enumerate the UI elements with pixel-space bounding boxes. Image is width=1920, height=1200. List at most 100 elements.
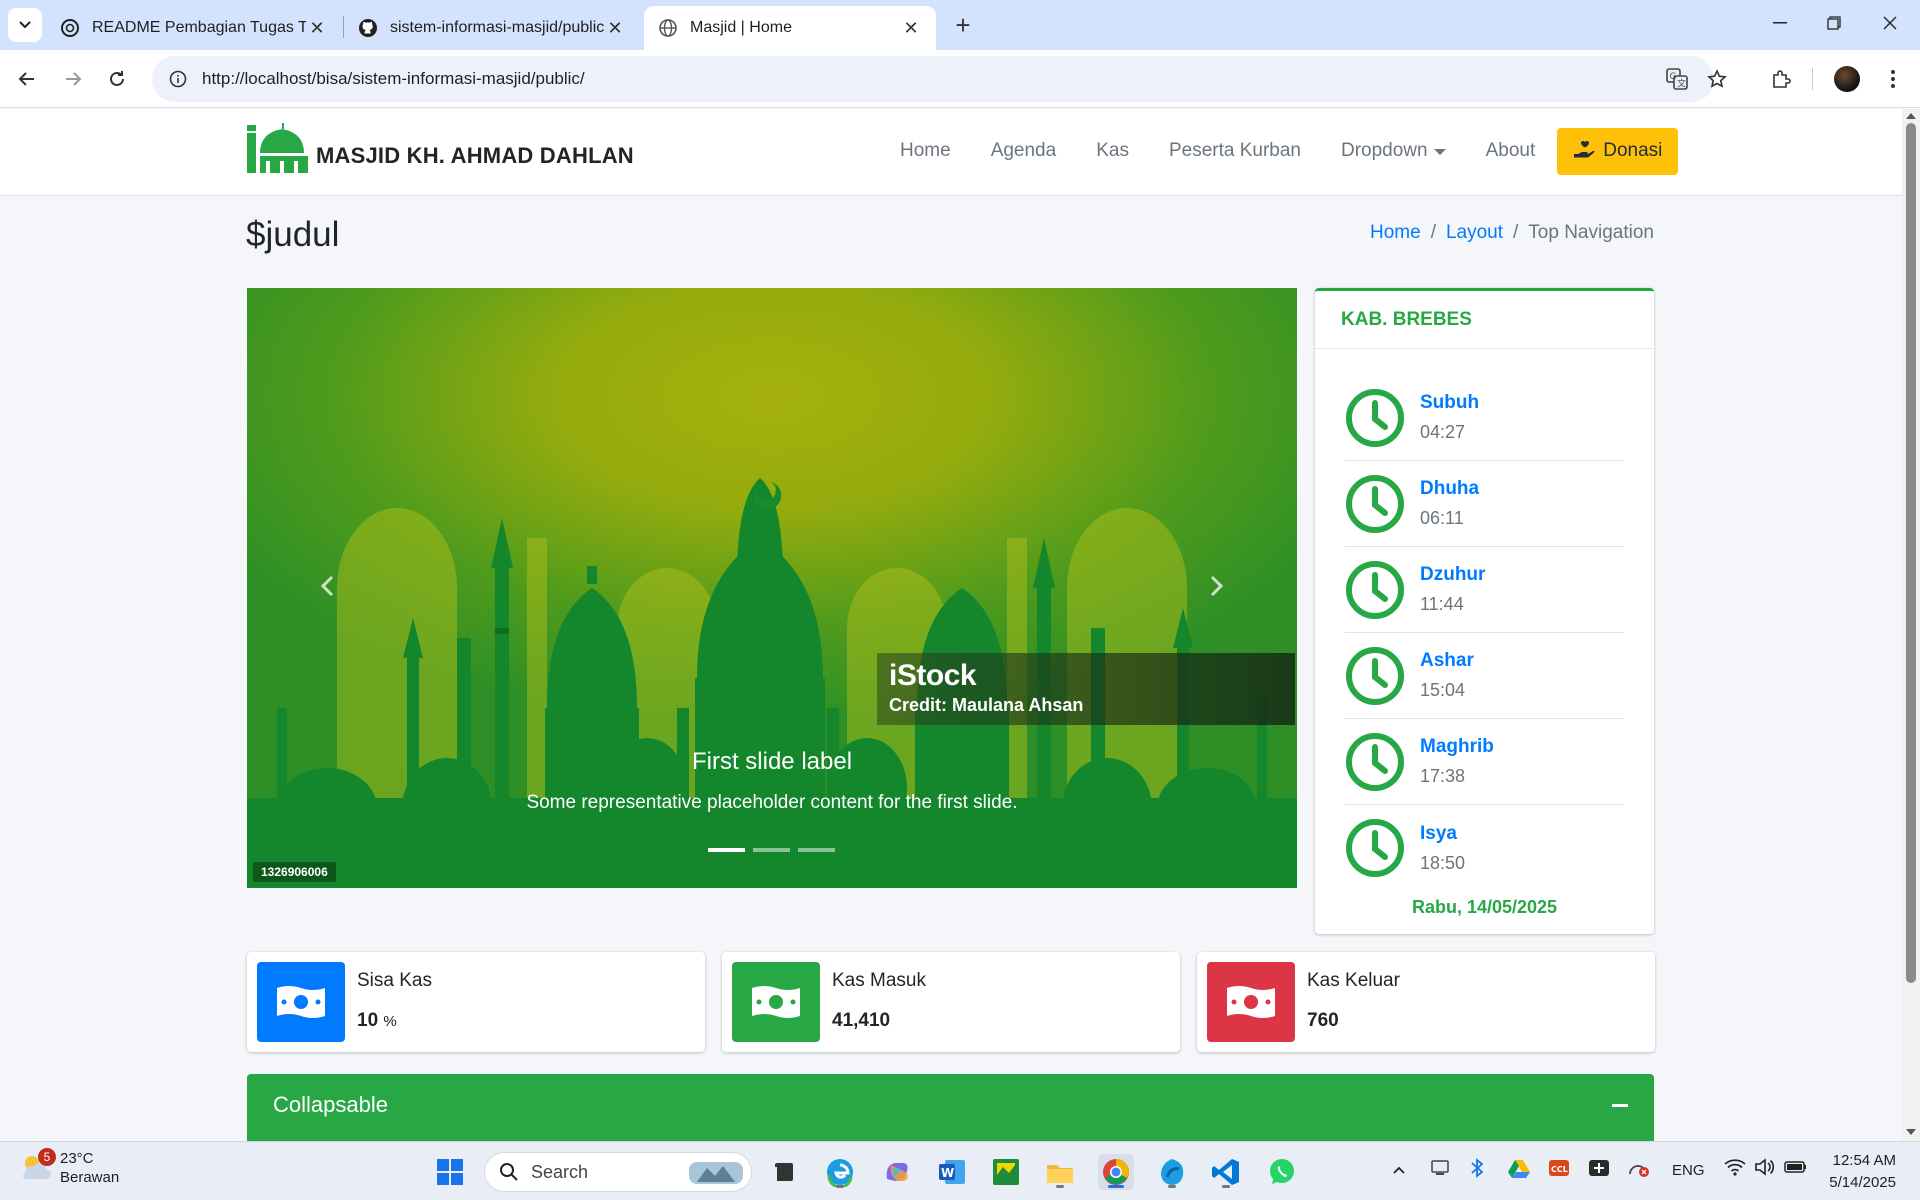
istock-credit: Credit: Maulana Ahsan	[889, 695, 1084, 715]
tab-github[interactable]: sistem-informasi-masjid/public ✕	[344, 6, 640, 50]
carousel-next-button[interactable]	[1197, 566, 1237, 606]
wifi-icon[interactable]	[1724, 1158, 1746, 1180]
weather-condition: Berawan	[60, 1169, 120, 1186]
breadcrumb-home[interactable]: Home	[1370, 222, 1421, 244]
bluetooth-icon[interactable]	[1470, 1158, 1484, 1182]
new-tab-button[interactable]: +	[948, 10, 978, 40]
close-window-button[interactable]	[1862, 0, 1918, 46]
carousel-indicator-2[interactable]	[753, 848, 790, 852]
windows-start-icon[interactable]	[432, 1154, 468, 1190]
browser-toolbar: http://localhost/bisa/sistem-informasi-m…	[0, 50, 1920, 108]
page-scrollbar[interactable]	[1902, 109, 1920, 1141]
taskbar-search[interactable]: Search	[484, 1152, 752, 1192]
prayer-name: Dzuhur	[1420, 564, 1486, 585]
running-indicator	[1056, 1185, 1064, 1188]
close-icon	[1883, 16, 1897, 30]
carousel-indicator-1[interactable]	[708, 848, 745, 852]
menu-peserta-kurban[interactable]: Peserta Kurban	[1149, 127, 1321, 175]
running-indicator	[1108, 1185, 1124, 1188]
site-info-icon[interactable]	[158, 70, 198, 88]
prayer-row-isya: Isya 18:50	[1345, 805, 1624, 891]
reload-button[interactable]	[100, 62, 134, 96]
prayer-times-card: KAB. BREBES Subuh 04:27 Dhuha 06:11 Dzuhur…	[1315, 288, 1654, 934]
edge-dev-icon[interactable]	[1154, 1154, 1190, 1190]
carousel-prev-button[interactable]	[307, 566, 347, 606]
prayer-name: Subuh	[1420, 392, 1480, 413]
back-button[interactable]	[10, 62, 44, 96]
network-drive-icon[interactable]	[1430, 1158, 1450, 1182]
menu-home[interactable]: Home	[880, 127, 971, 175]
scroll-down-icon[interactable]	[1906, 1129, 1916, 1135]
breadcrumb-layout[interactable]: Layout	[1446, 222, 1503, 244]
taskbar: 5 23°C Berawan Search W CCL ENG 12:54 AM…	[0, 1141, 1920, 1200]
tab-readme[interactable]: README Pembagian Tugas Tim ✕	[46, 6, 342, 50]
toolbar-divider	[1812, 68, 1813, 90]
bookmark-star-icon[interactable]	[1700, 62, 1734, 96]
word-icon[interactable]: W	[934, 1154, 970, 1190]
prayer-time: 17:38	[1420, 766, 1466, 786]
info-label: Kas Keluar	[1307, 970, 1400, 991]
menu-about[interactable]: About	[1466, 127, 1556, 175]
edge-icon[interactable]	[822, 1154, 858, 1190]
spreadsheet-app-icon[interactable]	[988, 1154, 1024, 1190]
carousel-indicator-3[interactable]	[798, 848, 835, 852]
collapse-minus-icon[interactable]	[1612, 1104, 1628, 1107]
whatsapp-icon[interactable]	[1264, 1154, 1300, 1190]
copilot-icon[interactable]	[878, 1154, 914, 1190]
tab-title: sistem-informasi-masjid/public	[390, 19, 604, 36]
info-value: 41,410	[832, 1010, 891, 1031]
menu-agenda[interactable]: Agenda	[971, 127, 1077, 175]
mosque-logo-icon	[247, 123, 308, 173]
translate-icon[interactable]: G文	[1660, 62, 1694, 96]
chrome-icon[interactable]	[1098, 1154, 1134, 1190]
image-carousel: iStock Credit: Maulana Ahsan First slide…	[247, 288, 1297, 888]
battery-icon[interactable]	[1784, 1158, 1808, 1180]
menu-dropdown[interactable]: Dropdown	[1321, 127, 1466, 175]
show-hidden-icons-icon[interactable]	[1392, 1162, 1406, 1179]
weather-widget[interactable]: 5 23°C Berawan	[20, 1148, 120, 1186]
donate-button[interactable]: Donasi	[1557, 127, 1679, 175]
address-bar[interactable]: http://localhost/bisa/sistem-informasi-m…	[152, 56, 1727, 102]
clock-icon	[1346, 646, 1404, 705]
tab-search-button[interactable]	[8, 8, 42, 42]
browser-menu-button[interactable]	[1876, 62, 1910, 96]
page-title: $judul	[246, 215, 340, 254]
taskbar-search-label: Search	[531, 1161, 589, 1182]
extensions-icon[interactable]	[1764, 62, 1798, 96]
close-icon[interactable]: ✕	[900, 17, 922, 39]
prayer-name: Ashar	[1420, 650, 1474, 671]
google-drive-icon[interactable]	[1508, 1158, 1530, 1182]
collapsible-card: Collapsable	[247, 1074, 1654, 1141]
volume-icon[interactable]	[1754, 1158, 1776, 1180]
svg-text:文: 文	[1677, 78, 1686, 90]
vpn-status-icon[interactable]	[1626, 1158, 1650, 1182]
web-page: MASJID KH. AHMAD DAHLAN Home Agenda Kas …	[0, 109, 1902, 1141]
profile-avatar[interactable]	[1830, 62, 1864, 96]
url-text: http://localhost/bisa/sistem-informasi-m…	[202, 69, 585, 88]
file-explorer-icon[interactable]	[1042, 1154, 1078, 1190]
hand-holding-heart-icon	[1574, 140, 1595, 158]
close-icon[interactable]: ✕	[604, 17, 626, 39]
scroll-up-icon[interactable]	[1906, 113, 1916, 119]
app-tray-icon-dark[interactable]	[1588, 1158, 1610, 1182]
minimize-button[interactable]	[1752, 0, 1808, 46]
task-view-icon[interactable]	[766, 1154, 802, 1190]
forward-button[interactable]	[56, 62, 90, 96]
scrollbar-thumb[interactable]	[1906, 123, 1916, 983]
tab-masjid-home[interactable]: Masjid | Home ✕	[644, 6, 936, 50]
prayer-row-maghrib: Maghrib 17:38	[1345, 719, 1624, 805]
language-indicator[interactable]: ENG	[1672, 1162, 1705, 1179]
system-clock[interactable]: 12:54 AM 5/14/2025	[1829, 1150, 1896, 1194]
menu-kas[interactable]: Kas	[1076, 127, 1149, 175]
money-bill-icon	[732, 962, 820, 1042]
vscode-icon[interactable]	[1208, 1154, 1244, 1190]
brand[interactable]: MASJID KH. AHMAD DAHLAN	[246, 123, 634, 175]
collapsible-card-title: Collapsable	[273, 1092, 388, 1117]
site-navbar: MASJID KH. AHMAD DAHLAN Home Agenda Kas …	[0, 109, 1902, 196]
close-icon[interactable]: ✕	[306, 17, 328, 39]
restore-button[interactable]	[1806, 0, 1862, 46]
app-tray-icon-red[interactable]: CCL	[1548, 1158, 1570, 1182]
breadcrumb-separator: /	[1513, 222, 1519, 243]
caret-down-icon	[1433, 149, 1446, 155]
weather-temperature: 23°C	[60, 1150, 94, 1167]
